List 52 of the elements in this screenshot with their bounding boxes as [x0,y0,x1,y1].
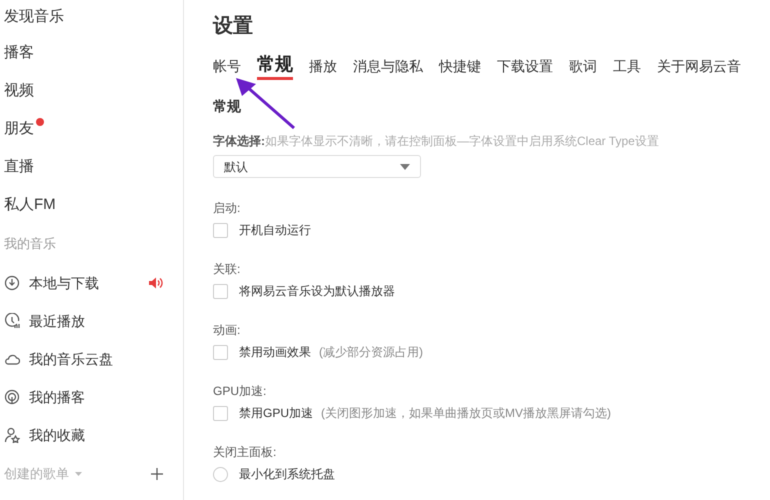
settings-tab[interactable]: 下载设置 [497,56,553,76]
option-label: 开机自动运行 [239,222,311,239]
sidebar-item[interactable]: 直播 [4,156,34,178]
font-dropdown[interactable]: 默认 [213,155,421,178]
option-label: 最小化到系统托盘 [239,466,335,483]
page-title: 设置 [213,14,254,39]
podcast-icon [4,389,20,405]
settings-tab[interactable]: 快捷键 [439,56,481,76]
settings-tab[interactable]: 帐号 [213,56,241,76]
sidebar-item[interactable]: 最近播放 [29,310,85,332]
sidebar-item[interactable]: 视频 [4,80,34,102]
option-label: 禁用GPU加速 [239,405,314,422]
group-label: 关联: [213,261,240,277]
group-label: 动画: [213,322,240,338]
checkbox[interactable] [213,344,228,360]
checkbox[interactable] [213,222,228,238]
group-label: 启动: [213,200,240,216]
option-label: 禁用动画效果 [239,344,311,361]
speaker-icon [149,277,163,289]
sidebar-item[interactable]: 我的播客 [29,386,85,408]
sidebar-item[interactable]: 朋友 [4,118,34,140]
option-note: (关闭图形加速，如果单曲播放页或MV播放黑屏请勾选) [321,405,612,422]
sidebar-item[interactable]: 我的收藏 [29,424,85,446]
plus-icon[interactable] [151,468,163,480]
hint-text: 如果字体显示不清晰，请在控制面板—字体设置中启用系统Clear Type设置 [265,133,659,150]
option-note: (减少部分资源占用) [319,344,423,361]
group-label: 关闭主面板: [213,444,276,460]
settings-tab[interactable]: 歌词 [569,56,597,76]
sidebar-item[interactable]: 发现音乐 [4,6,64,28]
radio-button[interactable] [213,466,228,482]
caret-icon [400,164,410,170]
checkbox[interactable] [213,406,228,420]
sidebar-item[interactable]: 播客 [4,42,34,64]
option-label: 将网易云音乐设为默认播放器 [239,283,395,300]
group-label: GPU加速: [213,383,266,399]
settings-tab[interactable]: 消息与隐私 [353,56,423,76]
sidebar-item[interactable]: 我的音乐云盘 [29,348,113,370]
section-header: 我的音乐 [4,235,56,254]
settings-tab[interactable]: 常规 [257,53,293,80]
settings-tab[interactable]: 关于网易云音 [657,56,741,76]
settings-tab[interactable]: 播放 [309,56,337,76]
checkbox[interactable] [213,284,228,298]
sidebar-item[interactable]: 本地与下载 [29,272,99,294]
sidebar-item[interactable]: 私人FM [4,194,56,216]
clock-icon [4,313,20,329]
field-label: 字体选择: [213,133,265,150]
settings-tab[interactable]: 工具 [613,56,641,76]
section-title: 常规 [213,97,241,116]
caret-icon [75,472,82,476]
download-icon [4,275,20,291]
user-star-icon [4,427,20,443]
section-header: 创建的歌单 [4,465,69,484]
